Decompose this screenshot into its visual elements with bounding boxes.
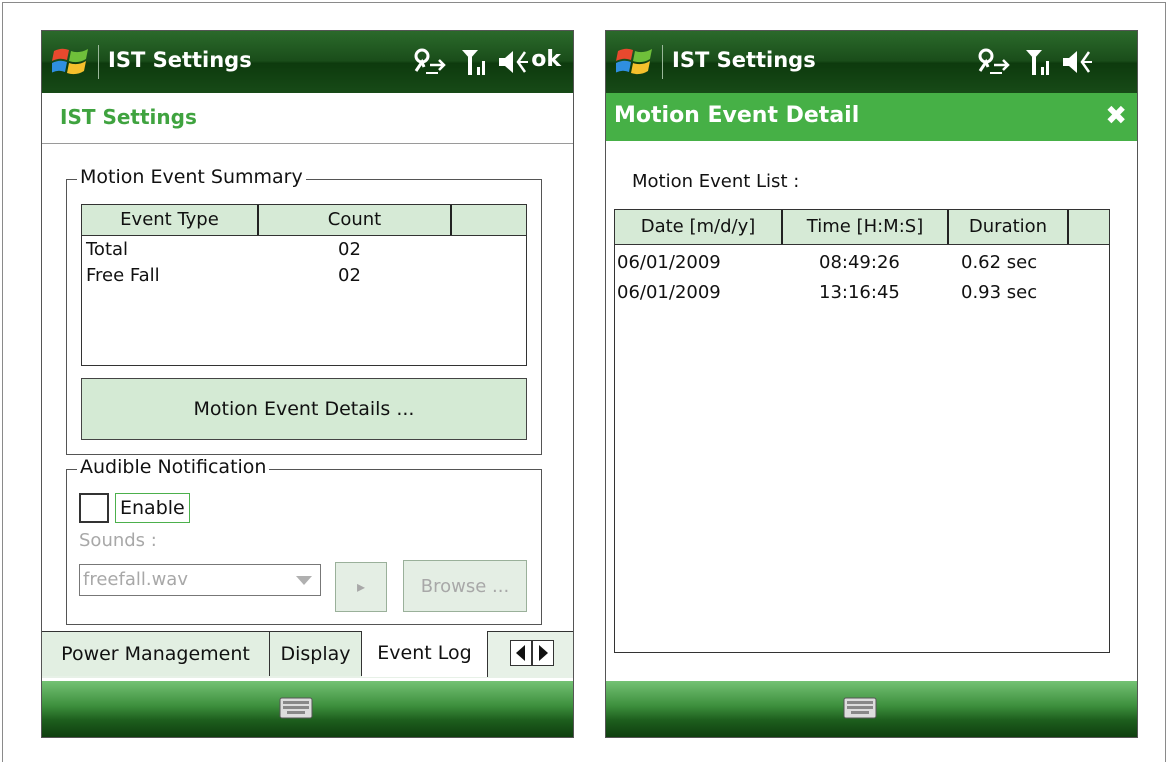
keyboard-icon[interactable]: [279, 697, 313, 719]
arrow-right-icon: [539, 645, 548, 661]
windows-logo-icon[interactable]: [616, 45, 654, 77]
count-cell: 02: [338, 265, 361, 286]
tab-bar: Power Management Display Event Log: [42, 631, 573, 678]
column-header-date[interactable]: Date [m/d/y]: [615, 210, 783, 244]
group-label: Audible Notification: [77, 456, 270, 478]
table-row[interactable]: 06/01/2009 13:16:45 0.93 sec: [615, 280, 1109, 306]
event-type-cell: Total: [86, 239, 129, 260]
tab-scroll-left-button[interactable]: [510, 640, 532, 666]
connectivity-icon[interactable]: [974, 47, 1014, 77]
browse-button[interactable]: Browse ...: [403, 560, 527, 612]
count-cell: 02: [338, 239, 361, 260]
tab-event-log[interactable]: Event Log: [362, 631, 488, 677]
list-header: Date [m/d/y] Time [H:M:S] Duration: [615, 210, 1109, 245]
settings-screen: IST Settings ok IST Settings Motion Even…: [41, 30, 574, 738]
sounds-label: Sounds :: [79, 530, 157, 551]
page-title: IST Settings: [60, 105, 197, 129]
menu-bar: [42, 681, 573, 737]
table-row[interactable]: 06/01/2009 08:49:26 0.62 sec: [615, 250, 1109, 276]
close-icon[interactable]: ✖: [1105, 101, 1127, 131]
keyboard-icon[interactable]: [843, 697, 877, 719]
app-title: IST Settings: [672, 48, 816, 72]
tab-display[interactable]: Display: [270, 632, 362, 676]
group-label: Motion Event Summary: [77, 166, 306, 188]
date-cell: 06/01/2009: [617, 252, 721, 273]
menu-bar: [606, 681, 1137, 737]
time-cell: 13:16:45: [819, 282, 900, 303]
volume-icon[interactable]: [497, 47, 531, 77]
column-header-event-type[interactable]: Event Type: [82, 205, 259, 235]
duration-cell: 0.93 sec: [961, 282, 1038, 303]
play-button[interactable]: ▸: [335, 562, 387, 612]
signal-icon[interactable]: [460, 47, 490, 77]
sound-select-value: freefall.wav: [83, 569, 188, 590]
title-bar: IST Settings ok: [42, 31, 573, 93]
ok-button[interactable]: ok: [531, 47, 561, 72]
motion-event-list[interactable]: Date [m/d/y] Time [H:M:S] Duration 06/01…: [614, 209, 1110, 653]
event-type-cell: Free Fall: [86, 265, 160, 286]
dialog-title: Motion Event Detail: [614, 103, 860, 128]
audible-notification-group: Audible Notification Enable Sounds : fre…: [66, 456, 542, 625]
sound-select[interactable]: freefall.wav: [79, 564, 321, 596]
time-cell: 08:49:26: [819, 252, 900, 273]
chevron-down-icon: [296, 576, 312, 585]
list-item[interactable]: Free Fall 02: [82, 263, 526, 289]
arrow-left-icon: [516, 645, 525, 661]
title-bar: IST Settings: [606, 31, 1137, 93]
tab-scroll-right-button[interactable]: [532, 640, 554, 666]
column-header-duration[interactable]: Duration: [949, 210, 1069, 244]
page-header: IST Settings: [42, 93, 573, 144]
date-cell: 06/01/2009: [617, 282, 721, 303]
column-header-time[interactable]: Time [H:M:S]: [783, 210, 949, 244]
motion-event-summary-group: Motion Event Summary Event Type Count To…: [66, 166, 542, 455]
dialog-header: Motion Event Detail ✖: [606, 93, 1137, 141]
enable-label[interactable]: Enable: [115, 493, 190, 523]
title-separator: [98, 45, 99, 79]
title-separator: [662, 45, 663, 79]
volume-icon[interactable]: [1061, 47, 1095, 77]
motion-event-details-button[interactable]: Motion Event Details ...: [81, 378, 527, 440]
event-summary-list[interactable]: Event Type Count Total 02 Free Fall 02: [81, 204, 527, 366]
windows-logo-icon[interactable]: [52, 45, 90, 77]
list-header: Event Type Count: [82, 205, 526, 236]
tab-power-management[interactable]: Power Management: [42, 632, 270, 676]
enable-checkbox[interactable]: [79, 493, 109, 523]
duration-cell: 0.62 sec: [961, 252, 1038, 273]
app-title: IST Settings: [108, 48, 252, 72]
signal-icon[interactable]: [1024, 47, 1054, 77]
column-header-count[interactable]: Count: [259, 205, 452, 235]
list-label: Motion Event List :: [632, 171, 800, 192]
motion-event-detail-screen: IST Settings Motion Event Detail ✖ Motio…: [605, 30, 1138, 738]
list-item[interactable]: Total 02: [82, 237, 526, 263]
connectivity-icon[interactable]: [410, 47, 450, 77]
